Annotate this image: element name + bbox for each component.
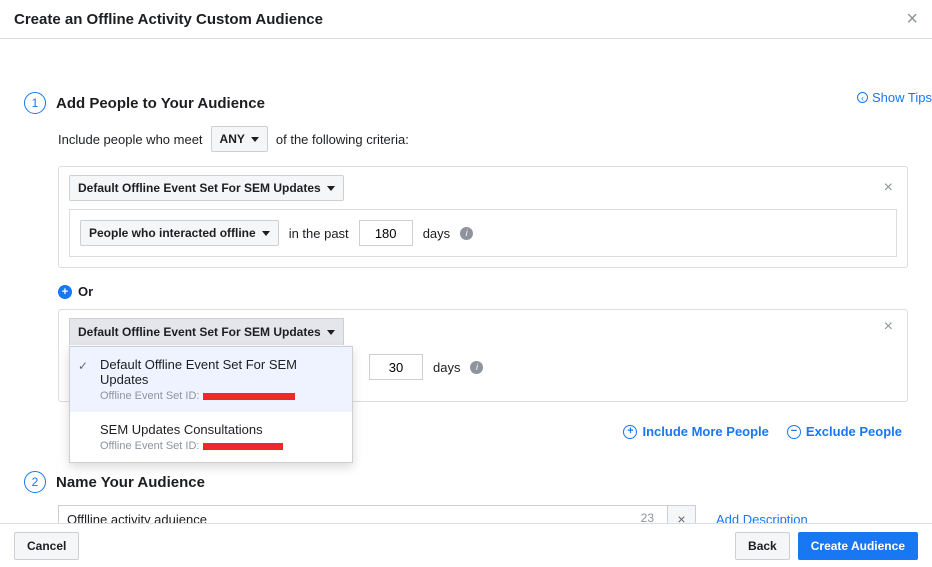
rule-card-1: Default Offline Event Set For SEM Update…	[58, 166, 908, 268]
redacted-id	[203, 443, 283, 450]
exclude-people-link[interactable]: − Exclude People	[787, 424, 902, 439]
rule1-past-label: in the past	[289, 226, 349, 241]
step-2-badge: 2	[24, 471, 46, 493]
or-label: Or	[78, 284, 93, 299]
section1-title: Add People to Your Audience	[56, 95, 265, 112]
rule1-days-input[interactable]	[359, 220, 413, 246]
plus-icon: +	[58, 285, 72, 299]
redacted-id	[203, 393, 295, 400]
option-name: SEM Updates Consultations	[100, 422, 340, 437]
rule2-event-set-label: Default Offline Event Set For SEM Update…	[78, 325, 321, 339]
event-set-option[interactable]: ✓ Default Offline Event Set For SEM Upda…	[70, 347, 352, 412]
match-mode-label: ANY	[220, 132, 245, 146]
event-set-option[interactable]: SEM Updates Consultations Offline Event …	[70, 412, 352, 462]
rule-card-2: × Default Offline Event Set For SEM Upda…	[58, 309, 908, 402]
rule1-event-set-label: Default Offline Event Set For SEM Update…	[78, 181, 321, 195]
exclude-label: Exclude People	[806, 424, 902, 439]
option-sub-prefix: Offline Event Set ID:	[100, 390, 199, 402]
info-icon[interactable]: i	[460, 227, 473, 240]
include-more-label: Include More People	[642, 424, 768, 439]
show-tips-label: Show Tips	[872, 90, 932, 105]
check-icon: ✓	[78, 359, 88, 373]
divider	[0, 38, 932, 39]
rule2-days-label: days	[433, 360, 460, 375]
close-icon[interactable]: ×	[906, 9, 918, 29]
chevron-down-icon	[251, 137, 259, 142]
show-tips-link[interactable]: ‹ Show Tips	[857, 90, 932, 105]
dialog-title: Create an Offline Activity Custom Audien…	[14, 11, 323, 28]
chevron-down-icon	[327, 330, 335, 335]
plus-circle-icon: +	[623, 425, 637, 439]
include-suffix: of the following criteria:	[276, 132, 409, 147]
include-prefix: Include people who meet	[58, 132, 203, 147]
rule2-event-set-dropdown[interactable]: Default Offline Event Set For SEM Update…	[69, 318, 344, 345]
dialog-body: ‹ Show Tips 1 Add People to Your Audienc…	[0, 78, 932, 553]
rule2-days-input[interactable]	[369, 354, 423, 380]
step-1-badge: 1	[24, 92, 46, 114]
chevron-down-icon	[327, 186, 335, 191]
option-sub-prefix: Offline Event Set ID:	[100, 440, 199, 452]
event-set-options-panel: ✓ Default Offline Event Set For SEM Upda…	[69, 346, 353, 463]
rule1-event-set-dropdown[interactable]: Default Offline Event Set For SEM Update…	[69, 175, 344, 201]
back-button[interactable]: Back	[735, 532, 790, 560]
rule1-interaction-dropdown[interactable]: People who interacted offline	[80, 220, 279, 246]
chevron-down-icon	[262, 231, 270, 236]
chevron-left-icon: ‹	[857, 92, 868, 103]
option-name: Default Offline Event Set For SEM Update…	[100, 357, 340, 387]
match-mode-dropdown[interactable]: ANY	[211, 126, 268, 152]
include-more-people-link[interactable]: + Include More People	[623, 424, 768, 439]
info-icon[interactable]: i	[470, 361, 483, 374]
rule1-remove-icon[interactable]: ×	[880, 179, 897, 197]
create-audience-button[interactable]: Create Audience	[798, 532, 918, 560]
dialog-footer: Cancel Back Create Audience	[0, 523, 932, 567]
cancel-button[interactable]: Cancel	[14, 532, 79, 560]
minus-circle-icon: −	[787, 425, 801, 439]
section2-title: Name Your Audience	[56, 474, 205, 491]
rule1-days-label: days	[423, 226, 450, 241]
rule1-interaction-label: People who interacted offline	[89, 226, 256, 240]
